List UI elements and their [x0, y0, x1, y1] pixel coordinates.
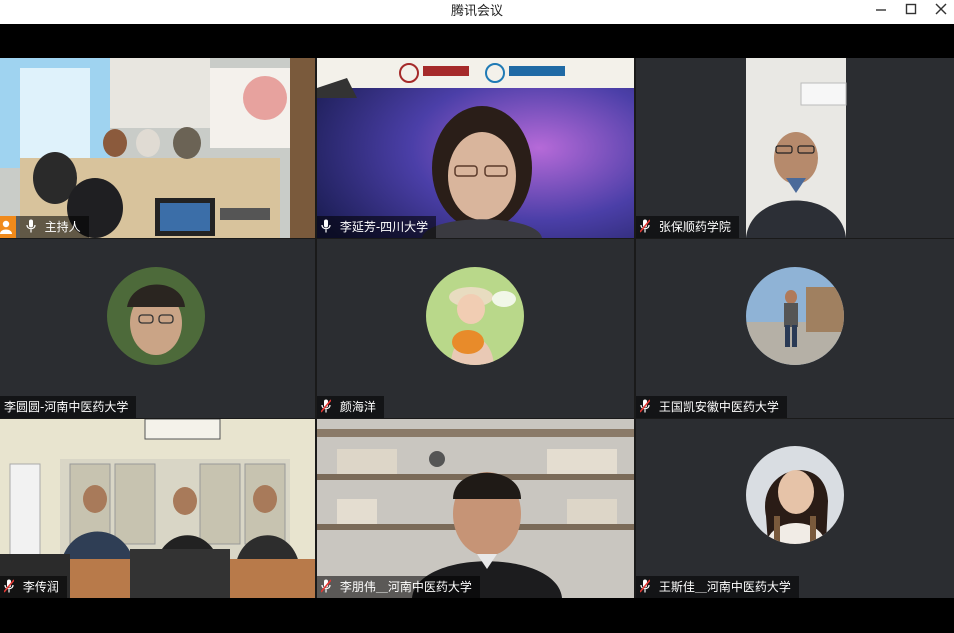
- participant-name: 张保顺药学院: [658, 220, 731, 234]
- mic-muted-icon: [640, 219, 650, 233]
- mic-muted-icon: [4, 579, 14, 593]
- video-feed: [317, 419, 634, 598]
- minimize-icon[interactable]: [866, 0, 896, 24]
- video-grid: 主持人 李延芳-四川大学 张保顺药学院 李圆圆-河南中医药大学 颜海洋 王国凯安…: [0, 58, 954, 598]
- mic-icon: [321, 219, 331, 233]
- video-feed: [0, 419, 315, 598]
- avatar: [426, 267, 524, 365]
- participant-name: 李传润: [22, 580, 59, 594]
- avatar: [107, 267, 205, 365]
- participant-label: 李传润: [0, 576, 67, 598]
- title-bar: 腾讯会议: [0, 0, 954, 24]
- participant-tile[interactable]: 张保顺药学院: [636, 58, 954, 238]
- close-icon[interactable]: [926, 0, 954, 24]
- participant-label: 颜海洋: [317, 396, 384, 418]
- mic-muted-icon: [640, 579, 650, 593]
- window-title: 腾讯会议: [450, 4, 503, 19]
- participant-tile[interactable]: 李传润: [0, 419, 315, 598]
- participant-name: 李延芳-四川大学: [339, 220, 429, 234]
- participant-tile-host[interactable]: 主持人: [0, 58, 315, 238]
- participant-label: 李延芳-四川大学: [317, 216, 437, 238]
- mic-muted-icon: [321, 579, 331, 593]
- avatar: [746, 267, 844, 365]
- video-feed: [0, 58, 315, 238]
- mic-muted-icon: [640, 399, 650, 413]
- participant-tile[interactable]: 颜海洋: [317, 239, 634, 418]
- participant-tile-speaking[interactable]: 李延芳-四川大学: [317, 58, 634, 238]
- participant-tile[interactable]: 王国凯安徽中医药大学: [636, 239, 954, 418]
- maximize-icon[interactable]: [896, 0, 926, 24]
- participant-label: 主持人: [0, 216, 89, 238]
- participant-label: 张保顺药学院: [636, 216, 739, 238]
- video-feed: [746, 58, 847, 238]
- participant-tile[interactable]: 王斯佳＿河南中医药大学: [636, 419, 954, 598]
- participant-name: 颜海洋: [339, 400, 376, 414]
- participant-name: 李朋伟＿河南中医药大学: [339, 580, 472, 594]
- mic-muted-icon: [321, 399, 331, 413]
- participant-label: 李圆圆-河南中医药大学: [0, 396, 137, 418]
- mic-icon: [26, 219, 36, 233]
- host-badge-icon: [0, 216, 16, 238]
- video-feed: [317, 58, 634, 238]
- participant-label: 王斯佳＿河南中医药大学: [636, 576, 799, 598]
- participant-name: 王国凯安徽中医药大学: [658, 400, 779, 414]
- avatar: [746, 446, 844, 544]
- participant-name: 王斯佳＿河南中医药大学: [658, 580, 791, 594]
- participant-tile[interactable]: 李圆圆-河南中医药大学: [0, 239, 315, 418]
- participant-name: 李圆圆-河南中医药大学: [4, 400, 129, 414]
- participant-tile[interactable]: 李朋伟＿河南中医药大学: [317, 419, 634, 598]
- participant-label: 李朋伟＿河南中医药大学: [317, 576, 480, 598]
- participant-name: 主持人: [44, 220, 81, 234]
- participant-label: 王国凯安徽中医药大学: [636, 396, 787, 418]
